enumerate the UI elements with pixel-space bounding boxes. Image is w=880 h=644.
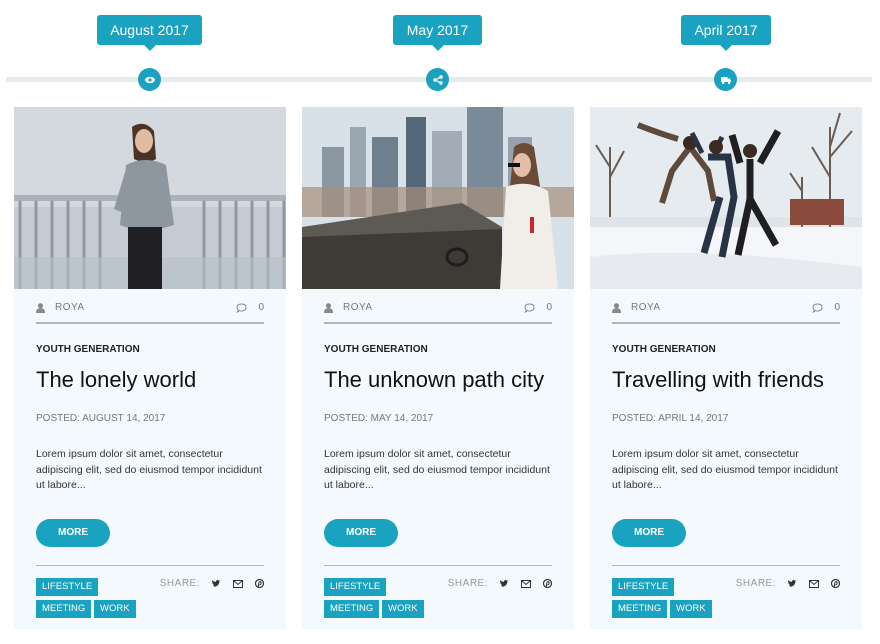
post-category[interactable]: YOUTH GENERATION: [324, 344, 428, 355]
post-date: POSTED: AUGUST 14, 2017: [36, 413, 166, 424]
more-button[interactable]: MORE: [324, 519, 398, 547]
divider: [36, 565, 264, 566]
timeline: August 2017 May 2017 April 2017: [0, 0, 880, 100]
tag-lifestyle[interactable]: LIFESTYLE: [36, 578, 99, 596]
timeline-date-tag[interactable]: August 2017: [97, 15, 202, 51]
more-button[interactable]: MORE: [36, 519, 110, 547]
divider: [324, 322, 552, 324]
comment-count[interactable]: 0: [258, 302, 264, 313]
tag-meeting[interactable]: MEETING: [324, 600, 380, 618]
timeline-date-tag[interactable]: April 2017: [681, 15, 771, 51]
post-meta: ROYA 0: [612, 301, 840, 317]
pinterest-icon[interactable]: [831, 579, 840, 588]
twitter-icon[interactable]: [788, 579, 797, 588]
envelope-icon[interactable]: [521, 579, 531, 588]
divider: [324, 565, 552, 566]
comment-icon[interactable]: [812, 302, 823, 313]
tag-work[interactable]: WORK: [382, 600, 424, 618]
share-icon[interactable]: [426, 68, 449, 91]
post-card: ROYA 0 YOUTH GENERATION The unknown path…: [302, 107, 574, 629]
user-icon: [612, 302, 621, 313]
post-title[interactable]: Travelling with friends: [612, 367, 824, 393]
more-button[interactable]: MORE: [612, 519, 686, 547]
tag-lifestyle[interactable]: LIFESTYLE: [324, 578, 387, 596]
post-date: POSTED: MAY 14, 2017: [324, 413, 434, 424]
post-title[interactable]: The lonely world: [36, 367, 196, 393]
post-author[interactable]: ROYA: [343, 302, 373, 313]
share-label: SHARE:: [447, 578, 488, 589]
envelope-icon[interactable]: [809, 579, 819, 588]
tag-work[interactable]: WORK: [670, 600, 712, 618]
post-date: POSTED: APRIL 14, 2017: [612, 413, 729, 424]
tag-meeting[interactable]: MEETING: [612, 600, 668, 618]
post-image-city-woman[interactable]: [302, 107, 574, 289]
twitter-icon[interactable]: [500, 579, 509, 588]
share-bar: SHARE:: [736, 578, 840, 589]
post-card: ROYA 0 YOUTH GENERATION The lonely world…: [14, 107, 286, 629]
user-icon: [324, 302, 333, 313]
post-excerpt: Lorem ipsum dolor sit amet, consectetur …: [612, 448, 838, 491]
post-meta: ROYA 0: [36, 301, 264, 317]
post-image-woman-balcony[interactable]: [14, 107, 286, 289]
share-label: SHARE:: [159, 578, 200, 589]
tag-meeting[interactable]: MEETING: [36, 600, 92, 618]
share-label: SHARE:: [735, 578, 776, 589]
comment-count[interactable]: 0: [546, 302, 552, 313]
comment-icon[interactable]: [236, 302, 247, 313]
divider: [36, 322, 264, 324]
post-image-friends-jumping[interactable]: [590, 107, 862, 289]
post-category[interactable]: YOUTH GENERATION: [36, 344, 140, 355]
envelope-icon[interactable]: [233, 579, 243, 588]
divider: [612, 322, 840, 324]
post-excerpt: Lorem ipsum dolor sit amet, consectetur …: [36, 448, 262, 491]
twitter-icon[interactable]: [212, 579, 221, 588]
user-icon: [36, 302, 45, 313]
pinterest-icon[interactable]: [255, 579, 264, 588]
truck-icon[interactable]: [714, 68, 737, 91]
post-meta: ROYA 0: [324, 301, 552, 317]
post-title[interactable]: The unknown path city: [324, 367, 544, 393]
tag-lifestyle[interactable]: LIFESTYLE: [612, 578, 675, 596]
post-author[interactable]: ROYA: [631, 302, 661, 313]
post-author[interactable]: ROYA: [55, 302, 85, 313]
share-bar: SHARE:: [160, 578, 264, 589]
eye-icon[interactable]: [138, 68, 161, 91]
timeline-date-tag[interactable]: May 2017: [393, 15, 482, 51]
comment-count[interactable]: 0: [834, 302, 840, 313]
pinterest-icon[interactable]: [543, 579, 552, 588]
tag-work[interactable]: WORK: [94, 600, 136, 618]
share-bar: SHARE:: [448, 578, 552, 589]
divider: [612, 565, 840, 566]
comment-icon[interactable]: [524, 302, 535, 313]
post-excerpt: Lorem ipsum dolor sit amet, consectetur …: [324, 448, 550, 491]
post-card: ROYA 0 YOUTH GENERATION Travelling with …: [590, 107, 862, 629]
post-category[interactable]: YOUTH GENERATION: [612, 344, 716, 355]
